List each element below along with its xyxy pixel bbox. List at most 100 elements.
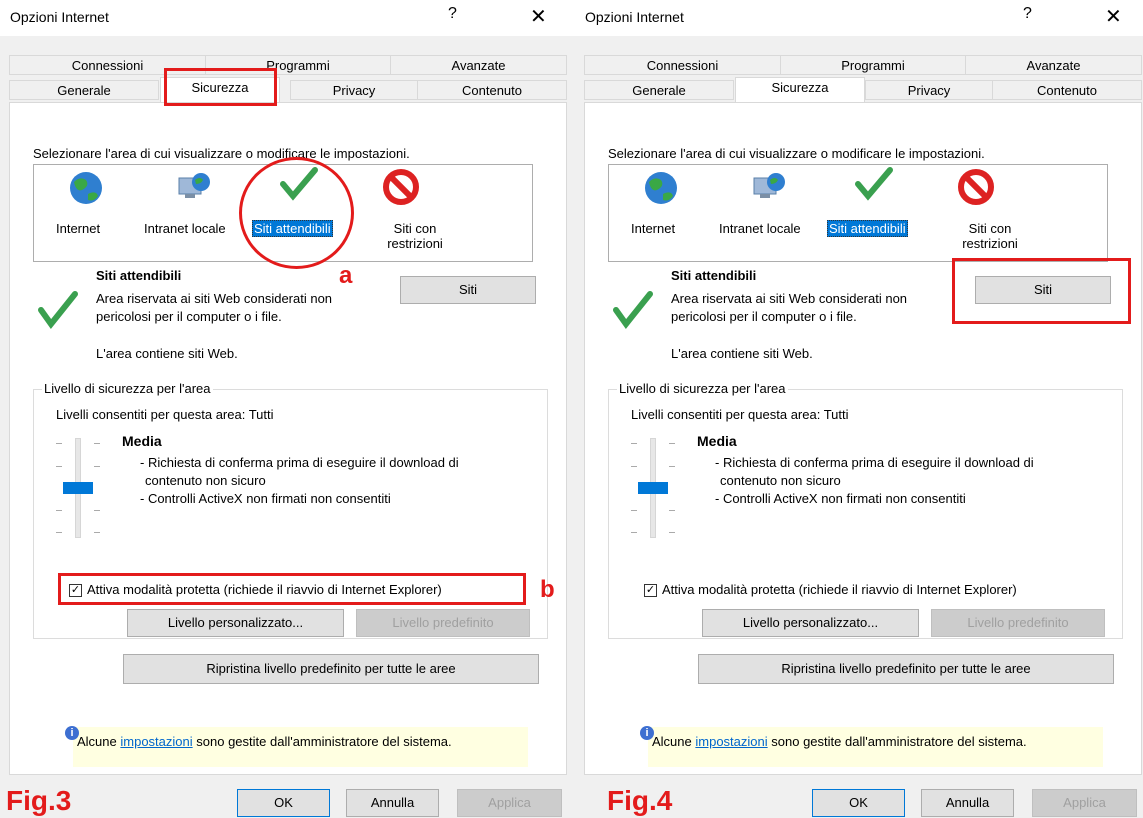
zone-description-line2: pericolosi per il computer o i file. xyxy=(96,309,282,324)
close-button[interactable]: ✕ xyxy=(1105,4,1122,29)
tab-contenuto[interactable]: Contenuto xyxy=(417,80,567,100)
globe-icon[interactable] xyxy=(68,170,104,206)
zone-intranet-locale[interactable]: Intranet locale xyxy=(144,221,226,236)
tab-generale[interactable]: Generale xyxy=(584,80,734,100)
slider-tick xyxy=(94,443,100,444)
info-suffix: sono gestite dall'amministratore del sis… xyxy=(196,734,452,749)
zone-siti-con-restrizioni[interactable]: Siti con restrizioni xyxy=(950,221,1030,251)
level-description-line1: - Richiesta di conferma prima di eseguir… xyxy=(140,455,459,470)
level-description-line1: - Richiesta di conferma prima di eseguir… xyxy=(715,455,1034,470)
protected-mode-label[interactable]: Attiva modalità protetta (richiede il ri… xyxy=(662,582,1017,597)
zone-contains-sites: L'area contiene siti Web. xyxy=(671,346,813,361)
default-level-button[interactable]: Livello predefinito xyxy=(356,609,530,637)
zone-prompt: Selezionare l'area di cui visualizzare o… xyxy=(608,146,985,161)
zone-description-line1: Area riservata ai siti Web considerati n… xyxy=(671,291,908,306)
zone-internet[interactable]: Internet xyxy=(56,221,100,236)
level-name: Media xyxy=(697,433,737,449)
zone-contains-sites: L'area contiene siti Web. xyxy=(96,346,238,361)
help-button[interactable]: ? xyxy=(448,5,457,23)
allowed-levels-text: Livelli consentiti per questa area: Tutt… xyxy=(56,407,274,422)
zone-checkmark-large-icon xyxy=(613,291,653,329)
help-button[interactable]: ? xyxy=(1023,5,1032,23)
ok-button[interactable]: OK xyxy=(237,789,330,817)
reset-all-zones-button[interactable]: Ripristina livello predefinito per tutte… xyxy=(123,654,539,684)
annotation-box-sicurezza-tab xyxy=(164,68,277,106)
slider-tick xyxy=(56,510,62,511)
intranet-icon[interactable] xyxy=(175,170,211,206)
zone-internet[interactable]: Internet xyxy=(631,221,675,236)
level-description-line2: contenuto non sicuro xyxy=(145,473,266,488)
sites-button[interactable]: Siti xyxy=(400,276,536,304)
info-text: Alcune impostazioni sono gestite dall'am… xyxy=(652,734,1027,749)
cancel-button[interactable]: Annulla xyxy=(921,789,1014,817)
tab-programmi[interactable]: Programmi xyxy=(780,55,966,75)
tab-contenuto[interactable]: Contenuto xyxy=(992,80,1142,100)
zone-prompt: Selezionare l'area di cui visualizzare o… xyxy=(33,146,410,161)
level-description-line2: contenuto non sicuro xyxy=(720,473,841,488)
security-level-slider-thumb[interactable] xyxy=(638,482,668,494)
slider-tick xyxy=(669,510,675,511)
level-description-line3: - Controlli ActiveX non firmati non cons… xyxy=(715,491,966,506)
globe-icon[interactable] xyxy=(643,170,679,206)
security-level-group-label: Livello di sicurezza per l'area xyxy=(42,381,213,396)
level-description-line3: - Controlli ActiveX non firmati non cons… xyxy=(140,491,391,506)
info-prefix: Alcune xyxy=(77,734,117,749)
dialog-title: Opzioni Internet xyxy=(10,9,109,25)
annotation-circle-trusted-sites xyxy=(239,157,354,269)
slider-tick xyxy=(56,443,62,444)
zone-siti-attendibili[interactable]: Siti attendibili xyxy=(827,220,908,237)
zone-description-line2: pericolosi per il computer o i file. xyxy=(671,309,857,324)
annotation-letter-a: a xyxy=(339,262,353,289)
internet-options-dialog-fig3: Opzioni Internet ? ✕ Connessioni Program… xyxy=(0,0,575,818)
settings-link[interactable]: impostazioni xyxy=(120,734,192,749)
settings-link[interactable]: impostazioni xyxy=(695,734,767,749)
dialog-title: Opzioni Internet xyxy=(585,9,684,25)
prohibited-icon[interactable] xyxy=(382,168,420,206)
zone-title: Siti attendibili xyxy=(671,268,757,283)
protected-mode-checkbox[interactable]: ✓ xyxy=(644,584,657,597)
tab-connessioni[interactable]: Connessioni xyxy=(584,55,781,75)
annotation-box-sites-button xyxy=(952,258,1131,324)
prohibited-icon[interactable] xyxy=(957,168,995,206)
tab-generale[interactable]: Generale xyxy=(9,80,159,100)
custom-level-button[interactable]: Livello personalizzato... xyxy=(702,609,919,637)
slider-tick xyxy=(669,443,675,444)
close-button[interactable]: ✕ xyxy=(530,4,547,29)
zone-intranet-locale[interactable]: Intranet locale xyxy=(719,221,801,236)
security-level-group-label: Livello di sicurezza per l'area xyxy=(617,381,788,396)
zone-siti-con-restrizioni[interactable]: Siti con restrizioni xyxy=(375,221,455,251)
security-level-slider-thumb[interactable] xyxy=(63,482,93,494)
annotation-box-protected-mode xyxy=(58,573,526,605)
tab-avanzate[interactable]: Avanzate xyxy=(390,55,567,75)
tab-avanzate[interactable]: Avanzate xyxy=(965,55,1142,75)
zone-title: Siti attendibili xyxy=(96,268,182,283)
cancel-button[interactable]: Annulla xyxy=(346,789,439,817)
ok-button[interactable]: OK xyxy=(812,789,905,817)
tab-sicurezza[interactable]: Sicurezza xyxy=(735,77,865,102)
slider-tick xyxy=(56,532,62,533)
info-prefix: Alcune xyxy=(652,734,692,749)
figure-label: Fig.4 xyxy=(607,785,673,816)
reset-all-zones-button[interactable]: Ripristina livello predefinito per tutte… xyxy=(698,654,1114,684)
info-text: Alcune impostazioni sono gestite dall'am… xyxy=(77,734,452,749)
slider-tick xyxy=(669,466,675,467)
tab-privacy[interactable]: Privacy xyxy=(865,80,993,100)
slider-tick xyxy=(631,532,637,533)
slider-tick xyxy=(94,466,100,467)
info-suffix: sono gestite dall'amministratore del sis… xyxy=(771,734,1027,749)
custom-level-button[interactable]: Livello personalizzato... xyxy=(127,609,344,637)
slider-tick xyxy=(669,532,675,533)
apply-button[interactable]: Applica xyxy=(1032,789,1137,817)
title-bar: Opzioni Internet ? ✕ xyxy=(575,0,1143,36)
slider-tick xyxy=(94,532,100,533)
tab-privacy[interactable]: Privacy xyxy=(290,80,418,100)
internet-options-dialog-fig4: Opzioni Internet ? ✕ Connessioni Program… xyxy=(575,0,1143,818)
apply-button[interactable]: Applica xyxy=(457,789,562,817)
slider-tick xyxy=(631,466,637,467)
intranet-icon[interactable] xyxy=(750,170,786,206)
annotation-letter-b: b xyxy=(540,576,555,603)
default-level-button[interactable]: Livello predefinito xyxy=(931,609,1105,637)
title-bar: Opzioni Internet ? ✕ xyxy=(0,0,575,36)
checkmark-icon[interactable] xyxy=(854,166,894,202)
zone-checkmark-large-icon xyxy=(38,291,78,329)
